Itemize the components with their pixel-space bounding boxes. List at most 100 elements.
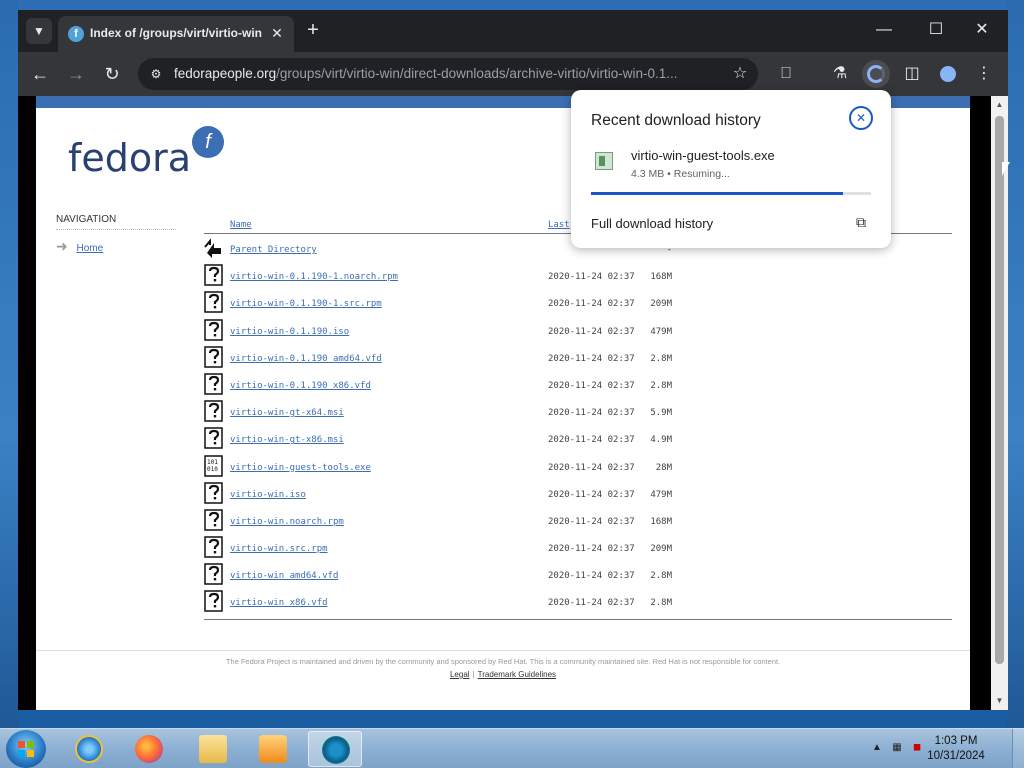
- menu-kebab-icon[interactable]: ⋮: [970, 60, 998, 88]
- tray-expand-icon[interactable]: ▲: [870, 741, 884, 755]
- taskbar-media-player[interactable]: [246, 731, 300, 767]
- unknown-file-icon: [204, 481, 224, 504]
- fedora-infinity-icon: f: [192, 126, 224, 158]
- file-link[interactable]: virtio-win.iso: [230, 490, 306, 500]
- file-size: 209M: [650, 544, 672, 555]
- footer-links: Legal | Trademark Guidelines: [36, 670, 970, 679]
- site-info-icon[interactable]: ⚙: [146, 64, 166, 84]
- clock-time: 1:03 PM: [934, 735, 978, 747]
- file-explorer-icon: [199, 735, 227, 763]
- new-tab-button[interactable]: +: [300, 18, 326, 44]
- file-size: 4.9M: [650, 435, 672, 446]
- url-text[interactable]: fedorapeople.org/groups/virt/virtio-win/…: [174, 66, 722, 82]
- file-link[interactable]: virtio-win-gt-x86.msi: [230, 435, 344, 445]
- extensions-icon[interactable]: ⎕: [772, 60, 800, 88]
- chrome-icon: [322, 736, 350, 764]
- full-download-history-link[interactable]: Full download history: [591, 216, 713, 231]
- scroll-down-icon[interactable]: ▼: [991, 694, 1008, 708]
- column-last-modified-sort-link[interactable]: Last: [548, 220, 570, 230]
- profile-button[interactable]: [934, 60, 962, 88]
- forward-button[interactable]: →: [62, 60, 90, 88]
- unknown-file-icon: [204, 400, 224, 422]
- close-window-button[interactable]: ✕: [960, 16, 1004, 44]
- browser-window: ▼ f Index of /groups/virt/virtio-win ✕ +…: [18, 10, 1008, 710]
- back-button[interactable]: ←: [26, 60, 54, 88]
- file-link[interactable]: virtio-win-guest-tools.exe: [230, 463, 371, 473]
- file-link[interactable]: virtio-win_x86.vfd: [230, 598, 328, 608]
- popup-close-icon[interactable]: ✕: [849, 106, 873, 130]
- open-external-icon[interactable]: ⧉: [853, 214, 869, 230]
- home-link[interactable]: Home: [77, 243, 104, 254]
- file-link[interactable]: virtio-win-0.1.190_amd64.vfd: [230, 354, 382, 364]
- popup-title: Recent download history: [591, 112, 761, 129]
- scrollbar-thumb[interactable]: [995, 116, 1004, 664]
- trademark-guidelines-link[interactable]: Trademark Guidelines: [478, 670, 556, 679]
- start-button[interactable]: [6, 730, 46, 768]
- file-size: 2.8M: [650, 380, 672, 391]
- desktop-background-right: [1006, 0, 1024, 728]
- fedora-logo-text: fedora: [68, 136, 192, 180]
- volume-muted-icon[interactable]: ◼: [910, 741, 924, 755]
- file-size: 2.8M: [650, 571, 672, 582]
- system-clock[interactable]: 1:03 PM 10/31/2024: [926, 734, 986, 764]
- file-size: 479M: [650, 326, 672, 337]
- unknown-file-icon: [204, 346, 224, 368]
- file-link[interactable]: virtio-win-0.1.190_x86.vfd: [230, 381, 371, 391]
- active-tab[interactable]: f Index of /groups/virt/virtio-win ✕: [58, 16, 294, 52]
- windows-taskbar: ▲ ▦ ◼ 1:03 PM 10/31/2024: [0, 728, 1024, 768]
- binary-file-icon: 101 010: [204, 454, 224, 477]
- nav-item-home[interactable]: ➜ Home: [56, 238, 176, 255]
- file-link[interactable]: Parent Directory: [230, 245, 317, 255]
- listing-row: virtio-win_x86.vfd 2020-11-24 02:37 2.8M: [204, 587, 952, 614]
- firefox-icon: [135, 735, 163, 763]
- bookmark-star-icon[interactable]: ☆: [730, 64, 750, 84]
- reload-button[interactable]: ↻: [98, 60, 126, 88]
- file-link[interactable]: virtio-win-0.1.190-1.src.rpm: [230, 299, 382, 309]
- taskbar-chrome[interactable]: [308, 731, 362, 767]
- legal-link[interactable]: Legal: [450, 670, 470, 679]
- download-status: 4.3 MB • Resuming...: [631, 168, 730, 180]
- file-size: 2.8M: [650, 353, 672, 364]
- tab-close-icon[interactable]: ✕: [268, 24, 286, 42]
- file-link[interactable]: virtio-win_amd64.vfd: [230, 571, 338, 581]
- file-link[interactable]: virtio-win-gt-x64.msi: [230, 408, 344, 418]
- vertical-scrollbar[interactable]: ▲ ▼: [991, 96, 1008, 710]
- windows-logo-icon: [18, 741, 34, 757]
- media-player-icon: [259, 735, 287, 763]
- tab-search-button[interactable]: ▼: [26, 18, 52, 44]
- taskbar-internet-explorer[interactable]: [62, 731, 116, 767]
- scroll-up-icon[interactable]: ▲: [991, 98, 1008, 112]
- maximize-button[interactable]: ☐: [914, 16, 958, 44]
- unknown-file-icon: [204, 427, 224, 450]
- listing-row: virtio-win-0.1.190_amd64.vfd 2020-11-24 0…: [204, 343, 952, 370]
- show-desktop-button[interactable]: [1012, 729, 1024, 768]
- listing-row: virtio-win_amd64.vfd 2020-11-24 02:37 2.8M: [204, 560, 952, 587]
- listing-row: 101 010 virtio-win-guest-tools.exe 2020-11-…: [204, 452, 952, 479]
- listing-row: virtio-win-0.1.190_x86.vfd 2020-11-24 02:…: [204, 370, 952, 397]
- file-link[interactable]: virtio-win-0.1.190-1.noarch.rpm: [230, 272, 398, 282]
- file-size: 168M: [650, 272, 672, 283]
- download-progress-bar: [591, 192, 871, 195]
- download-history-popup: Recent download history ✕ virtio-win-gue…: [571, 90, 891, 248]
- file-link[interactable]: virtio-win.src.rpm: [230, 544, 328, 554]
- address-bar[interactable]: ⚙ fedorapeople.org/groups/virt/virtio-wi…: [138, 58, 758, 90]
- taskbar-file-explorer[interactable]: [186, 731, 240, 767]
- fedora-logo[interactable]: fedora f: [68, 124, 228, 184]
- network-icon[interactable]: ▦: [890, 741, 904, 755]
- unknown-file-icon: [204, 291, 224, 314]
- minimize-button[interactable]: —: [862, 16, 906, 44]
- taskbar-firefox[interactable]: [122, 731, 176, 767]
- file-link[interactable]: virtio-win.noarch.rpm: [230, 517, 344, 527]
- desktop-background: [0, 0, 1024, 10]
- file-link[interactable]: virtio-win-0.1.190.iso: [230, 327, 349, 337]
- svg-text:101: 101: [207, 459, 218, 466]
- side-panel-icon[interactable]: ◫: [898, 60, 926, 88]
- download-progress-ring-icon: [867, 65, 885, 83]
- downloads-button[interactable]: [862, 60, 890, 88]
- profile-avatar-icon: [940, 66, 956, 82]
- listing-row: virtio-win.iso 2020-11-24 02:37 479M: [204, 479, 952, 506]
- labs-flask-icon[interactable]: ⚗: [826, 60, 854, 88]
- column-name-sort-link[interactable]: Name: [230, 220, 252, 230]
- download-filename[interactable]: virtio-win-guest-tools.exe: [631, 148, 775, 163]
- directory-listing: Name Last Parent Directory - virtio-win-0.…: [204, 214, 952, 620]
